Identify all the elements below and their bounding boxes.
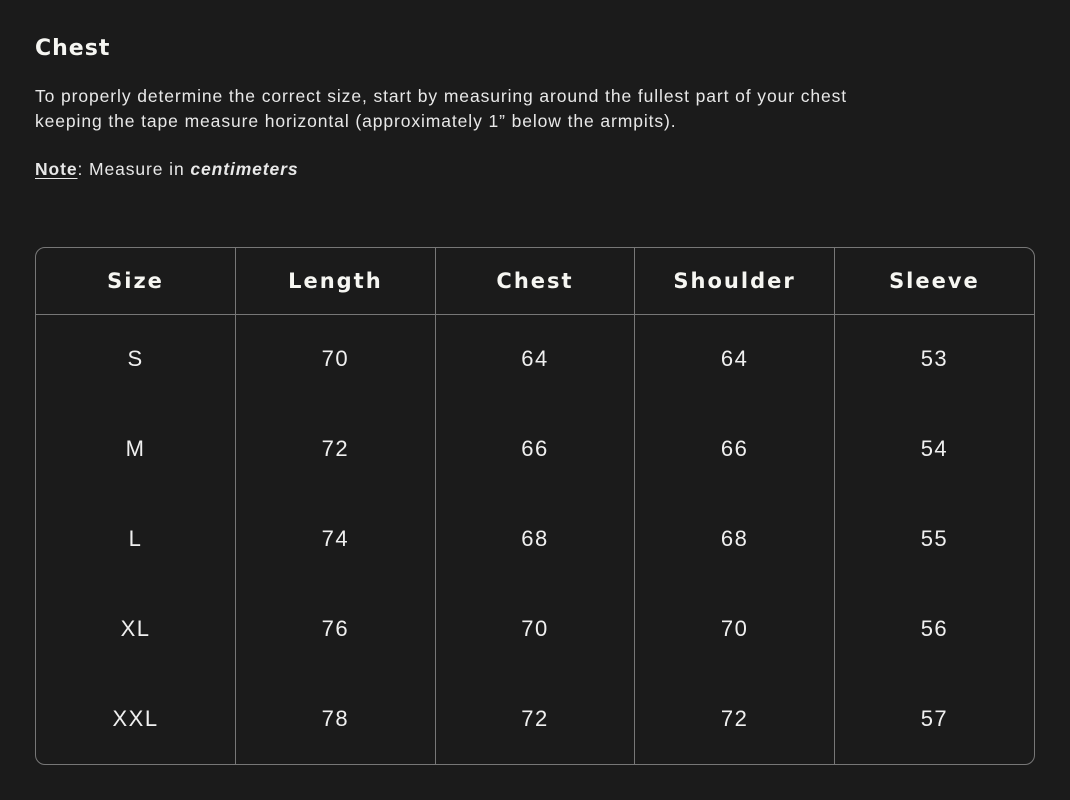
cell-shoulder: 64 bbox=[634, 314, 835, 404]
cell-chest: 70 bbox=[434, 584, 635, 674]
table-row: S 70 64 64 53 bbox=[36, 314, 1034, 404]
cell-sleeve: 57 bbox=[833, 674, 1034, 764]
cell-sleeve: 55 bbox=[833, 494, 1034, 584]
cell-length: 70 bbox=[235, 314, 436, 404]
section-title: Chest bbox=[35, 36, 111, 61]
column-header-chest: Chest bbox=[434, 248, 635, 315]
size-chart-table: Size Length Chest Shoulder Sleeve S 70 6… bbox=[35, 247, 1035, 765]
table-row: XL 76 70 70 56 bbox=[36, 584, 1034, 674]
cell-length: 74 bbox=[235, 494, 436, 584]
note-unit: centimeters bbox=[190, 159, 299, 179]
cell-chest: 66 bbox=[434, 404, 635, 494]
table-row: L 74 68 68 55 bbox=[36, 494, 1034, 584]
table-row: M 72 66 66 54 bbox=[36, 404, 1034, 494]
cell-sleeve: 53 bbox=[833, 314, 1034, 404]
cell-length: 78 bbox=[235, 674, 436, 764]
column-header-size: Size bbox=[36, 248, 236, 315]
cell-chest: 64 bbox=[434, 314, 635, 404]
cell-shoulder: 66 bbox=[634, 404, 835, 494]
cell-shoulder: 70 bbox=[634, 584, 835, 674]
cell-size: S bbox=[127, 346, 144, 372]
cell-chest: 68 bbox=[434, 494, 635, 584]
measurement-instructions: To properly determine the correct size, … bbox=[35, 86, 848, 131]
cell-sleeve: 54 bbox=[833, 404, 1034, 494]
cell-sleeve: 56 bbox=[833, 584, 1034, 674]
cell-size: M bbox=[125, 436, 146, 461]
cell-shoulder: 68 bbox=[634, 494, 835, 584]
column-header-length: Length bbox=[235, 248, 436, 315]
cell-chest: 72 bbox=[434, 674, 635, 764]
unit-note: Note: Measure in centimeters bbox=[35, 159, 299, 180]
cell-size: XL bbox=[120, 616, 151, 641]
cell-size: XXL bbox=[112, 706, 159, 731]
column-header-shoulder: Shoulder bbox=[634, 248, 835, 315]
table-header-row: Size Length Chest Shoulder Sleeve bbox=[36, 248, 1034, 315]
column-header-sleeve: Sleeve bbox=[833, 248, 1034, 315]
cell-shoulder: 72 bbox=[634, 674, 835, 764]
note-text: : Measure in bbox=[77, 159, 191, 179]
cell-size: L bbox=[128, 526, 143, 551]
table-row: XXL 78 72 72 57 bbox=[36, 674, 1034, 764]
cell-length: 76 bbox=[235, 584, 436, 674]
note-label: Note bbox=[35, 159, 78, 179]
cell-length: 72 bbox=[235, 404, 436, 494]
